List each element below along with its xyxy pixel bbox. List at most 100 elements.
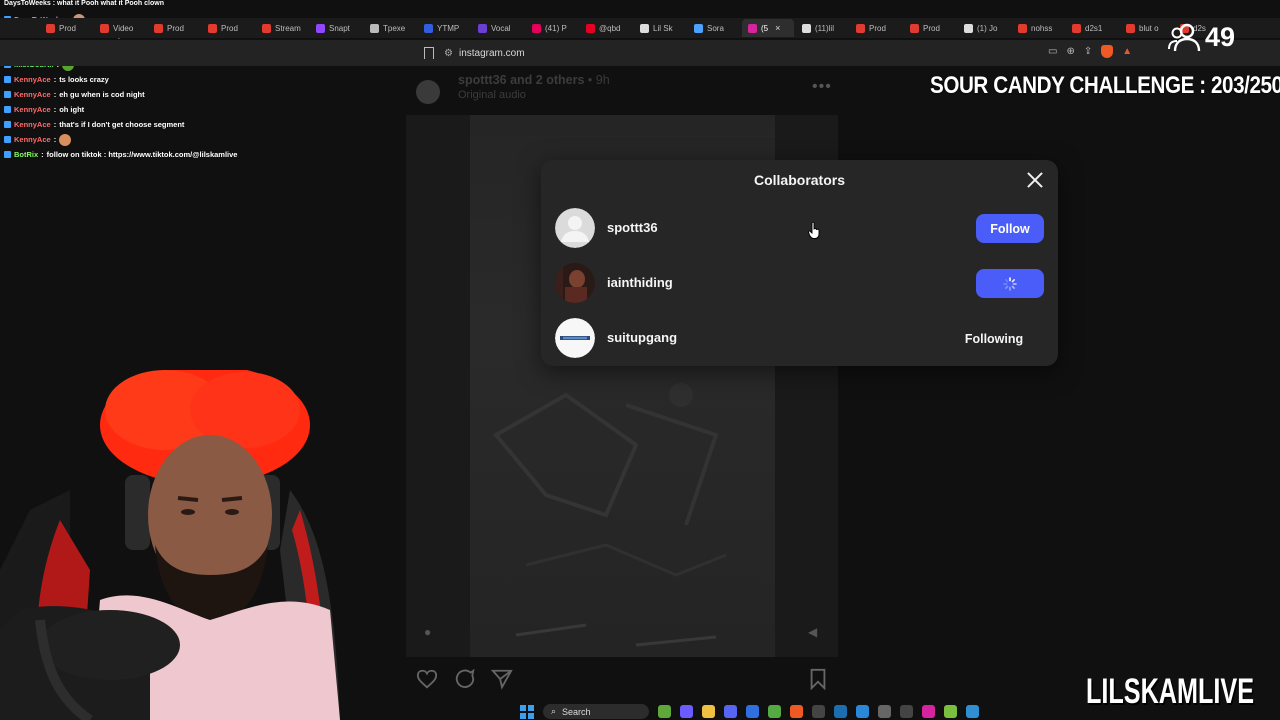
browser-tab[interactable]: Vocal [472, 19, 524, 37]
cast-icon[interactable]: ▭ [1048, 46, 1057, 57]
browser-tab[interactable]: YTMP [418, 19, 470, 37]
close-icon[interactable] [1025, 170, 1045, 190]
tab-label[interactable]: Snapt [329, 24, 350, 33]
tab-label[interactable]: Tpexe [383, 24, 405, 33]
browser-tab[interactable]: @qbd [580, 19, 632, 37]
collaborator-row[interactable]: spottt36 Follow [555, 208, 1044, 248]
browser-tab[interactable]: Tpexe [364, 19, 416, 37]
browser-tab[interactable]: Prod [40, 19, 92, 37]
browser-tab[interactable]: (11)lil [796, 19, 848, 37]
site-settings-icon[interactable]: ⚙ [444, 48, 453, 59]
browser-tab[interactable]: Prod [904, 19, 956, 37]
tab-label[interactable]: YTMP [437, 24, 459, 33]
taskbar-app-icon[interactable] [702, 705, 715, 718]
collaborator-row[interactable]: iainthiding [555, 263, 1044, 303]
browser-tab[interactable]: Snapt [310, 19, 362, 37]
taskbar-app-icon[interactable] [768, 705, 781, 718]
share-post-icon[interactable] [491, 668, 513, 690]
taskbar-app-icon[interactable] [680, 705, 693, 718]
like-icon[interactable] [416, 668, 438, 690]
taskbar-app-icon[interactable] [724, 705, 737, 718]
tab-label[interactable]: Prod [869, 24, 886, 33]
tab-label[interactable]: Prod [923, 24, 940, 33]
follow-button-loading[interactable] [976, 269, 1044, 298]
chat-text: oh ight [59, 105, 85, 114]
brave-shield-icon[interactable] [1101, 45, 1114, 58]
browser-tab[interactable]: d2s1 [1066, 19, 1118, 37]
tab-label[interactable]: (11)lil [815, 24, 834, 33]
following-button[interactable]: Following [944, 324, 1044, 353]
tab-label[interactable]: d2s1 [1085, 24, 1102, 33]
post-audio[interactable]: Original audio [458, 89, 526, 101]
browser-tab[interactable]: blut o [1120, 19, 1172, 37]
browser-tab[interactable]: (1) Jo [958, 19, 1010, 37]
chat-separator: : [53, 75, 57, 84]
tab-label[interactable]: blut o [1139, 24, 1159, 33]
taskbar-app-icon[interactable] [900, 705, 913, 718]
tab-close-icon[interactable]: × [775, 23, 780, 33]
browser-tab[interactable]: (41) P [526, 19, 578, 37]
tab-label[interactable]: Prod [221, 24, 238, 33]
collaborator-username[interactable]: iainthiding [607, 275, 673, 290]
mute-icon[interactable]: ◀ [808, 625, 817, 639]
video-content [492, 383, 727, 647]
taskbar-app-icon[interactable] [966, 705, 979, 718]
browser-tab[interactable]: Stream [256, 19, 308, 37]
browser-tab[interactable]: Prod [202, 19, 254, 37]
post-author[interactable]: spottt36 and 2 others • 9h [458, 73, 610, 87]
browser-tab[interactable]: nohss [1012, 19, 1064, 37]
tab-favicon-icon [154, 23, 163, 33]
url-field[interactable]: ⚙ instagram.com [444, 44, 1044, 62]
taskbar-app-icon[interactable] [878, 705, 891, 718]
tab-label[interactable]: (1) Jo [977, 24, 997, 33]
bookmark-icon[interactable] [424, 47, 434, 59]
tab-label[interactable]: (5 [761, 24, 768, 33]
tab-label[interactable]: Vocal [491, 24, 511, 33]
post-author-name[interactable]: spottt36 and 2 others [458, 73, 584, 87]
browser-tab[interactable]: (5 × [742, 19, 794, 37]
tab-label[interactable]: Video [113, 24, 133, 33]
tab-label[interactable]: Stream [275, 24, 301, 33]
collaborator-username[interactable]: spottt36 [607, 220, 658, 235]
url-text[interactable]: instagram.com [459, 48, 525, 59]
taskbar-app-icon[interactable] [746, 705, 759, 718]
taskbar-search[interactable]: ⌕ Search [543, 704, 649, 719]
taskbar-app-icon[interactable] [944, 705, 957, 718]
rewards-icon[interactable]: ▲ [1122, 46, 1132, 57]
browser-tab[interactable]: Sora [688, 19, 740, 37]
avatar[interactable] [555, 263, 595, 303]
taskbar-app-icon[interactable] [922, 705, 935, 718]
follow-button[interactable]: Follow [976, 214, 1044, 243]
zoom-icon[interactable]: ⊕ [1066, 46, 1074, 57]
comment-icon[interactable] [454, 668, 476, 690]
taskbar-app-icon[interactable] [834, 705, 847, 718]
tab-label[interactable]: (41) P [545, 24, 567, 33]
taskbar-app-icon[interactable] [856, 705, 869, 718]
browser-tab[interactable]: Lil Sk [634, 19, 686, 37]
tab-label[interactable]: Prod [59, 24, 76, 33]
save-post-icon[interactable] [808, 668, 828, 690]
tagged-users-icon[interactable]: ● [424, 625, 431, 639]
browser-tab[interactable]: Video [94, 19, 146, 37]
chat-separator: : [53, 105, 57, 114]
start-icon[interactable] [520, 704, 534, 719]
taskbar-app-icon[interactable] [790, 705, 803, 718]
browser-tab[interactable]: Prod [850, 19, 902, 37]
collaborator-username[interactable]: suitupgang [607, 330, 677, 345]
taskbar-app-icon[interactable] [812, 705, 825, 718]
tab-label[interactable]: @qbd [599, 24, 620, 33]
tab-label[interactable]: Lil Sk [653, 24, 673, 33]
post-author-avatar[interactable] [416, 80, 440, 104]
share-icon[interactable]: ⇪ [1084, 46, 1092, 57]
tab-label[interactable]: Prod [167, 24, 184, 33]
more-options-icon[interactable]: ••• [812, 78, 832, 96]
taskbar-app-icon[interactable] [658, 705, 671, 718]
tab-favicon-icon [856, 23, 865, 33]
browser-tab[interactable]: Prod [148, 19, 200, 37]
avatar[interactable] [555, 318, 595, 358]
collaborator-row[interactable]: suitupgang Following [555, 318, 1044, 358]
tab-label[interactable]: Sora [707, 24, 724, 33]
avatar[interactable] [555, 208, 595, 248]
taskbar-search-label[interactable]: Search [562, 707, 591, 717]
tab-label[interactable]: nohss [1031, 24, 1052, 33]
